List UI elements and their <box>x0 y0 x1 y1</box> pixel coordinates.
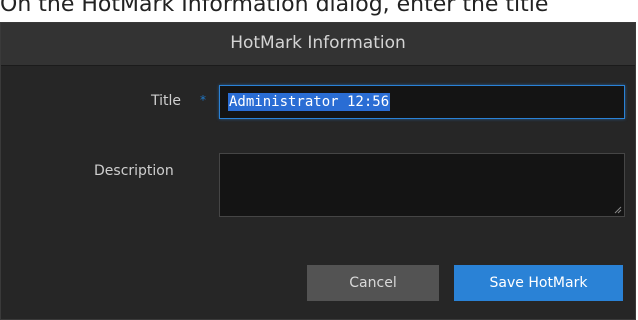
hotmark-information-dialog: HotMark Information Title * Administrato… <box>0 22 636 320</box>
save-hotmark-button[interactable]: Save HotMark <box>454 265 623 301</box>
cancel-button[interactable]: Cancel <box>307 265 439 301</box>
title-input[interactable]: Administrator 12:56 <box>219 85 625 119</box>
document-intro-text: On the HotMark Information dialog, enter… <box>0 0 549 17</box>
description-textarea[interactable] <box>219 153 625 217</box>
title-label: Title <box>151 93 182 109</box>
description-label: Description <box>94 163 174 179</box>
dialog-title: HotMark Information <box>1 23 635 66</box>
title-input-value: Administrator 12:56 <box>228 93 391 111</box>
resize-handle-icon[interactable] <box>614 206 622 214</box>
required-marker: * <box>200 93 206 107</box>
